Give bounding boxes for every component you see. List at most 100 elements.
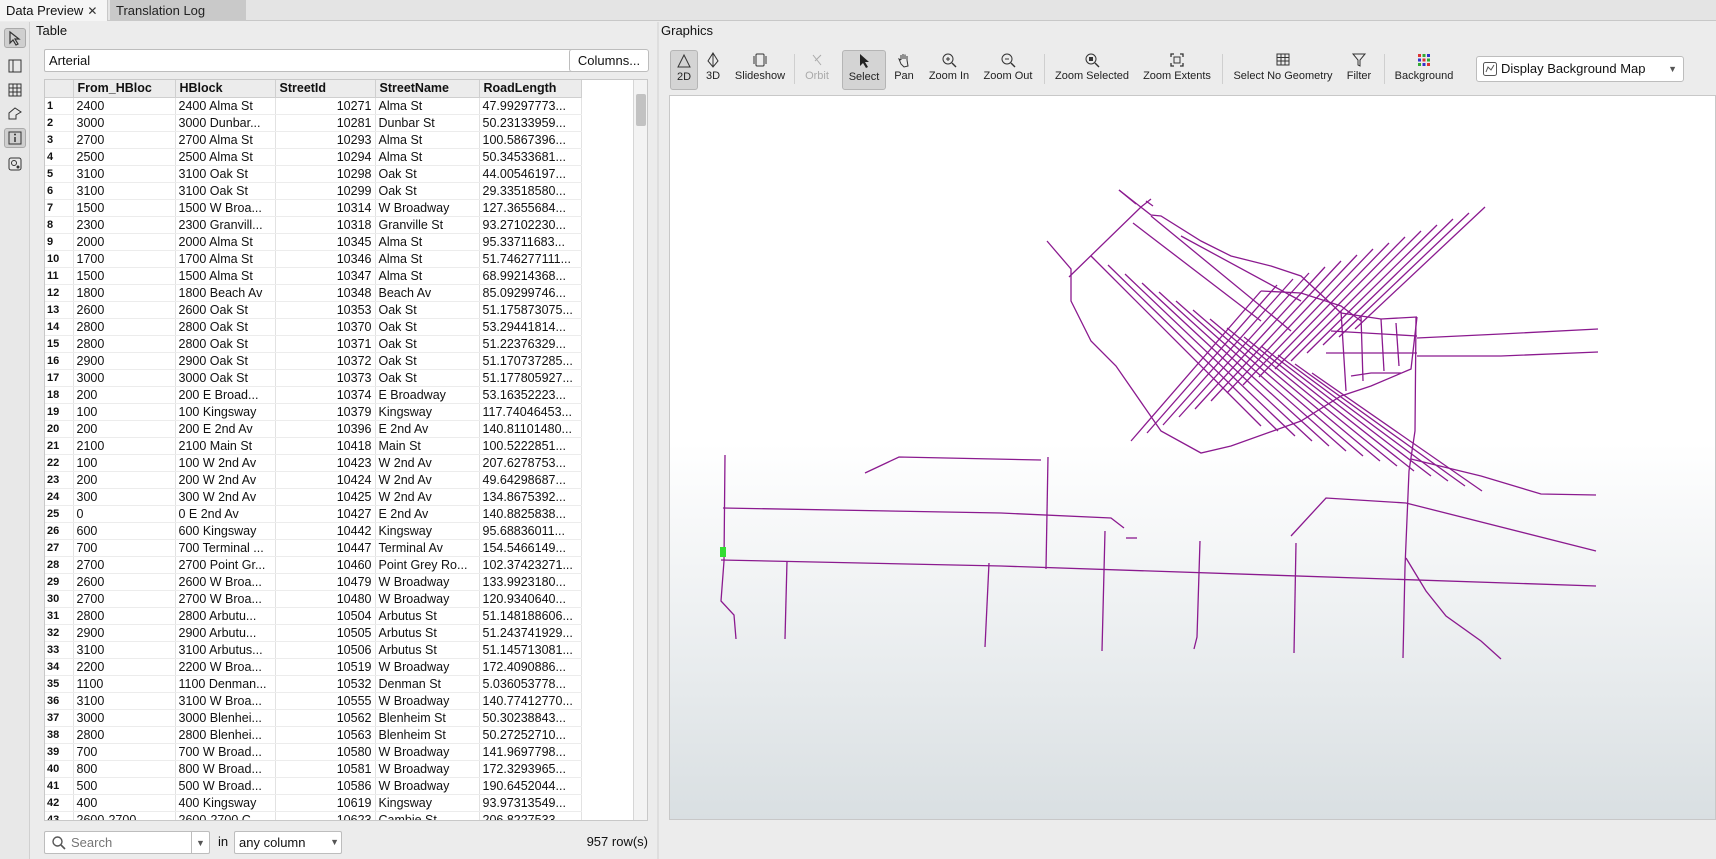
select-icon[interactable]	[4, 28, 26, 48]
background-map-select[interactable]: Display Background Map ▼	[1476, 56, 1684, 82]
road-segment[interactable]	[1193, 540, 1201, 650]
layer-select[interactable]: Arterial ▼	[44, 49, 598, 72]
columns-button[interactable]: Columns...	[569, 49, 649, 72]
road-segment[interactable]	[1311, 372, 1483, 492]
table-row[interactable]: 17 3000 3000 Oak St 10373 Oak St 51.177805927…	[45, 369, 582, 387]
table-row[interactable]: 43 2600-2700 2600-2700 C... 10623 Cambie St 2…	[45, 811, 582, 820]
table-row[interactable]: 20 200 200 E 2nd Av 10396 E 2nd Av 140.811014…	[45, 420, 582, 438]
table-row[interactable]: 41 500 500 W Broad... 10586 W Broadway 190.64…	[45, 777, 582, 795]
slideshow-button[interactable]: Slideshow	[732, 50, 788, 90]
road-segment[interactable]	[984, 562, 990, 648]
zoom-extents-button[interactable]: Zoom Extents	[1140, 50, 1214, 90]
table-row[interactable]: 19 100 100 Kingsway 10379 Kingsway 117.740464…	[45, 403, 582, 421]
road-segment[interactable]	[864, 456, 1042, 474]
table-row[interactable]: 3 2700 2700 Alma St 10293 Alma St 100.5867396…	[45, 131, 582, 149]
table-row[interactable]: 14 2800 2800 Oak St 10370 Oak St 53.29441814.…	[45, 318, 582, 336]
selected-feature-marker[interactable]	[720, 547, 726, 557]
road-segment[interactable]	[1124, 273, 1296, 437]
table-row[interactable]: 39 700 700 W Broad... 10580 W Broadway 141.96…	[45, 743, 582, 761]
table-row[interactable]: 22 100 100 W 2nd Av 10423 W 2nd Av 207.627875…	[45, 454, 582, 472]
road-segment[interactable]	[1330, 330, 1418, 337]
table-row[interactable]: 5 3100 3100 Oak St 10298 Oak St 44.00546197..…	[45, 165, 582, 183]
pan-button[interactable]: Pan	[890, 50, 918, 90]
road-segment[interactable]	[1410, 458, 1597, 496]
road-network-map[interactable]	[670, 96, 1716, 820]
table-row[interactable]: 42 400 400 Kingsway 10619 Kingsway 93.9731354…	[45, 794, 582, 812]
table-row[interactable]: 2 3000 3000 Dunbar... 10281 Dunbar St 50.2313…	[45, 114, 582, 132]
road-segment[interactable]	[1258, 242, 1390, 378]
3d-button[interactable]: 3D	[700, 50, 726, 90]
road-segment[interactable]	[1132, 222, 1262, 322]
table-row[interactable]: 31 2800 2800 Arbutu... 10504 Arbutus St 51.14…	[45, 607, 582, 625]
table-row[interactable]: 12 1800 1800 Beach Av 10348 Beach Av 85.09299…	[45, 284, 582, 302]
geometry-icon[interactable]	[4, 104, 26, 124]
table-row[interactable]: 30 2700 2700 W Broa... 10480 W Broadway 120.9…	[45, 590, 582, 608]
table-icon[interactable]	[4, 80, 26, 100]
table-row[interactable]: 37 3000 3000 Blenhei... 10562 Blenheim St 50.…	[45, 709, 582, 727]
table-row[interactable]: 4 2500 2500 Alma St 10294 Alma St 50.34533681…	[45, 148, 582, 166]
road-segment[interactable]	[1145, 200, 1154, 207]
vertical-scrollbar[interactable]	[633, 80, 647, 820]
road-segment[interactable]	[1293, 542, 1297, 654]
table-row[interactable]: 23 200 200 W 2nd Av 10424 W 2nd Av 49.6429868…	[45, 471, 582, 489]
table-row[interactable]: 34 2200 2200 W Broa... 10519 W Broadway 172.4…	[45, 658, 582, 676]
table-row[interactable]: 16 2900 2900 Oak St 10372 Oak St 51.170737285…	[45, 352, 582, 370]
table-row[interactable]: 13 2600 2600 Oak St 10353 Oak St 51.175873075…	[45, 301, 582, 319]
settings-icon[interactable]	[4, 154, 26, 174]
table-row[interactable]: 11 1500 1500 Alma St 10347 Alma St 68.9921436…	[45, 267, 582, 285]
road-segment[interactable]	[1416, 328, 1599, 339]
search-input[interactable]	[71, 835, 181, 850]
table-row[interactable]: 38 2800 2800 Blenhei... 10563 Blenheim St 50.…	[45, 726, 582, 744]
select-no-geometry-button[interactable]: Select No Geometry	[1230, 50, 1336, 90]
table-row[interactable]: 29 2600 2600 W Broa... 10479 W Broadway 133.9…	[45, 573, 582, 591]
zoom-in-button[interactable]: Zoom In	[924, 50, 974, 90]
map-canvas[interactable]	[669, 95, 1716, 820]
road-segment[interactable]	[1402, 316, 1417, 659]
column-header[interactable]: HBlock	[175, 80, 276, 98]
table-row[interactable]: 10 1700 1700 Alma St 10346 Alma St 51.7462771…	[45, 250, 582, 268]
table-row[interactable]: 7 1500 1500 W Broa... 10314 W Broadway 127.36…	[45, 199, 582, 217]
road-segment[interactable]	[722, 507, 1125, 529]
chevron-down-icon[interactable]: ▼	[191, 832, 209, 853]
road-segment[interactable]	[1068, 198, 1152, 278]
road-segment[interactable]	[1242, 248, 1374, 386]
column-header[interactable]: StreetId	[275, 80, 376, 98]
table-row[interactable]: 27 700 700 Terminal ... 10447 Terminal Av 154…	[45, 539, 582, 557]
table-row[interactable]: 28 2700 2700 Point Gr... 10460 Point Grey Ro…	[45, 556, 582, 574]
2d-button[interactable]: 2D	[670, 50, 698, 90]
column-header[interactable]: From_HBloc	[73, 80, 176, 98]
road-segment[interactable]	[1360, 315, 1364, 382]
table-row[interactable]: 8 2300 2300 Granvill... 10318 Granville St 93…	[45, 216, 582, 234]
road-segment[interactable]	[1417, 351, 1599, 357]
close-icon[interactable]: ✕	[87, 4, 97, 18]
road-segment[interactable]	[1162, 278, 1294, 426]
column-header[interactable]: RoadLength	[479, 80, 582, 98]
road-segment[interactable]	[1350, 372, 1401, 377]
zoom-out-button[interactable]: Zoom Out	[980, 50, 1036, 90]
search-box[interactable]: ▼	[44, 831, 210, 854]
road-segment[interactable]	[1118, 189, 1418, 320]
road-segment[interactable]	[1158, 291, 1330, 447]
column-header[interactable]: StreetName	[375, 80, 480, 98]
table-row[interactable]: 15 2800 2800 Oak St 10371 Oak St 51.22376329.…	[45, 335, 582, 353]
table-row[interactable]: 21 2100 2100 Main St 10418 Main St 100.522285…	[45, 437, 582, 455]
filter-button[interactable]: Filter	[1342, 50, 1376, 90]
table-row[interactable]: 18 200 200 E Broad... 10374 E Broadway 53.163…	[45, 386, 582, 404]
table-row[interactable]: 25 0 0 E 2nd Av 10427 E 2nd Av 140.8825838...	[45, 505, 582, 523]
select-button[interactable]: Select	[842, 50, 886, 90]
table-row[interactable]: 26 600 600 Kingsway 10442 Kingsway 95.6883601…	[45, 522, 582, 540]
road-segment[interactable]	[1226, 254, 1358, 394]
road-segment[interactable]	[784, 560, 788, 640]
zoom-selected-button[interactable]: Zoom Selected	[1052, 50, 1132, 90]
road-segment[interactable]	[720, 559, 1597, 587]
road-segment[interactable]	[1045, 456, 1049, 570]
table-row[interactable]: 40 800 800 W Broad... 10581 W Broadway 172.32…	[45, 760, 582, 778]
scrollbar-thumb[interactable]	[636, 94, 646, 126]
table-row[interactable]: 24 300 300 W 2nd Av 10425 W 2nd Av 134.867539…	[45, 488, 582, 506]
column-filter-select[interactable]: any column ▼	[234, 831, 342, 854]
road-segment[interactable]	[1405, 557, 1502, 660]
road-segment[interactable]	[1395, 322, 1400, 367]
table-row[interactable]: 36 3100 3100 W Broa... 10555 W Broadway 140.7…	[45, 692, 582, 710]
road-segment[interactable]	[1150, 215, 1292, 332]
data-preview-icon[interactable]	[4, 56, 26, 76]
